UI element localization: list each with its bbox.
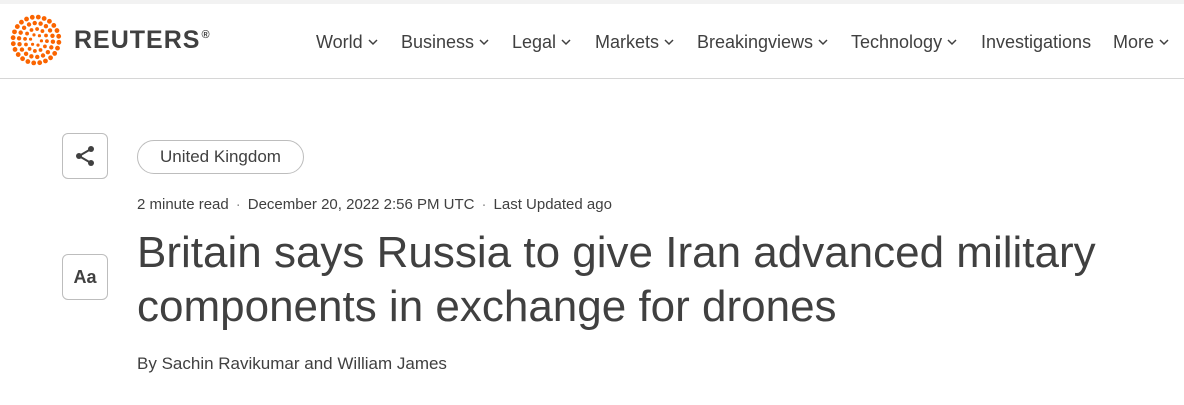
nav-world[interactable]: World bbox=[316, 30, 378, 54]
logo-dot bbox=[49, 45, 54, 50]
reuters-logo[interactable]: REUTERS® bbox=[10, 14, 211, 66]
last-updated: Last Updated ago bbox=[493, 196, 612, 213]
logo-dot bbox=[41, 16, 47, 21]
logo-dot bbox=[47, 28, 53, 33]
logo-dot bbox=[23, 37, 27, 41]
logo-dot bbox=[43, 58, 48, 64]
author-link[interactable]: Sachin Ravikumar bbox=[162, 354, 300, 373]
logo-dot bbox=[29, 14, 35, 20]
logo-dot bbox=[25, 59, 31, 64]
logo-dot bbox=[33, 49, 37, 53]
logo-dot bbox=[23, 51, 29, 57]
article-headline: Britain says Russia to give Iran advance… bbox=[137, 228, 1096, 331]
logo-dot bbox=[10, 41, 16, 47]
logo-dot bbox=[35, 14, 41, 20]
reuters-logo-mark-icon bbox=[10, 14, 62, 66]
logo-dot bbox=[12, 47, 18, 52]
chevron-down-icon bbox=[561, 39, 571, 46]
chevron-down-icon bbox=[947, 39, 957, 46]
logo-dot bbox=[37, 60, 43, 66]
logo-dot bbox=[29, 54, 34, 59]
logo-dot bbox=[20, 56, 25, 62]
read-time: 2 minute read bbox=[137, 196, 229, 213]
logo-dot bbox=[45, 39, 49, 43]
reuters-wordmark: REUTERS® bbox=[74, 25, 211, 54]
logo-dot bbox=[44, 33, 48, 38]
topic-tag[interactable]: United Kingdom bbox=[137, 140, 304, 174]
chevron-down-icon bbox=[664, 39, 674, 46]
publish-date: December 20, 2022 2:56 PM UTC bbox=[247, 196, 475, 213]
share-button[interactable] bbox=[62, 133, 108, 179]
logo-dot bbox=[32, 20, 37, 26]
logo-dot bbox=[12, 29, 17, 35]
logo-dot bbox=[31, 60, 37, 66]
text-size-button[interactable]: Aa bbox=[62, 254, 108, 300]
logo-dot bbox=[40, 53, 46, 58]
logo-dot bbox=[19, 47, 25, 52]
logo-dot bbox=[50, 33, 55, 39]
logo-dot bbox=[24, 16, 29, 22]
logo-dot bbox=[30, 42, 35, 46]
logo-dot bbox=[27, 47, 32, 51]
logo-dot bbox=[21, 25, 27, 31]
author-link[interactable]: William James bbox=[337, 354, 447, 373]
logo-dot bbox=[43, 23, 49, 29]
logo-dot bbox=[24, 42, 28, 47]
nav-breakingviews[interactable]: Breakingviews bbox=[697, 30, 828, 54]
logo-dot bbox=[56, 33, 62, 39]
logo-dot bbox=[10, 35, 16, 41]
logo-dot bbox=[50, 39, 56, 44]
logo-dot bbox=[25, 31, 29, 36]
logo-dot bbox=[35, 54, 40, 60]
article-meta: 2 minute read · December 20, 2022 2:56 P… bbox=[137, 196, 612, 213]
logo-dot bbox=[48, 55, 53, 61]
logo-dot bbox=[17, 41, 22, 47]
logo-dot bbox=[39, 39, 44, 43]
logo-dot bbox=[18, 30, 23, 35]
byline: By Sachin Ravikumar and William James bbox=[137, 354, 447, 373]
logo-dot bbox=[37, 34, 42, 38]
nav-investigations[interactable]: Investigations bbox=[981, 30, 1091, 54]
chevron-down-icon bbox=[1159, 39, 1169, 46]
chevron-down-icon bbox=[818, 39, 828, 46]
nav-more[interactable]: More bbox=[1113, 30, 1169, 54]
meta-separator: · bbox=[481, 196, 487, 213]
chevron-down-icon bbox=[368, 39, 378, 46]
logo-dot bbox=[14, 24, 20, 29]
nav-technology[interactable]: Technology bbox=[851, 30, 957, 54]
logo-dot bbox=[26, 22, 32, 27]
logo-dot bbox=[51, 23, 57, 28]
logo-dot bbox=[15, 52, 21, 57]
logo-dot bbox=[38, 21, 43, 26]
logo-dot bbox=[52, 51, 58, 56]
logo-dot bbox=[16, 36, 22, 41]
share-icon bbox=[76, 146, 94, 166]
logo-dot bbox=[54, 28, 60, 33]
meta-separator: · bbox=[235, 196, 241, 213]
chevron-down-icon bbox=[479, 39, 489, 46]
logo-dot bbox=[55, 45, 60, 51]
logo-dot bbox=[36, 43, 40, 47]
logo-dot bbox=[32, 33, 36, 37]
logo-dot bbox=[40, 29, 45, 33]
nav-business[interactable]: Business bbox=[401, 30, 489, 54]
logo-dot bbox=[35, 27, 39, 31]
logo-dot bbox=[28, 37, 33, 41]
nav-markets[interactable]: Markets bbox=[595, 30, 674, 54]
logo-dot bbox=[29, 28, 34, 32]
logo-dot bbox=[43, 44, 47, 49]
site-header: REUTERS® World Business Legal Markets Br… bbox=[0, 4, 1184, 79]
logo-dot bbox=[56, 39, 62, 45]
logo-dot bbox=[45, 49, 51, 55]
logo-dot bbox=[19, 19, 24, 25]
nav-legal[interactable]: Legal bbox=[512, 30, 571, 54]
logo-dot bbox=[47, 18, 52, 24]
logo-dot bbox=[38, 48, 43, 52]
